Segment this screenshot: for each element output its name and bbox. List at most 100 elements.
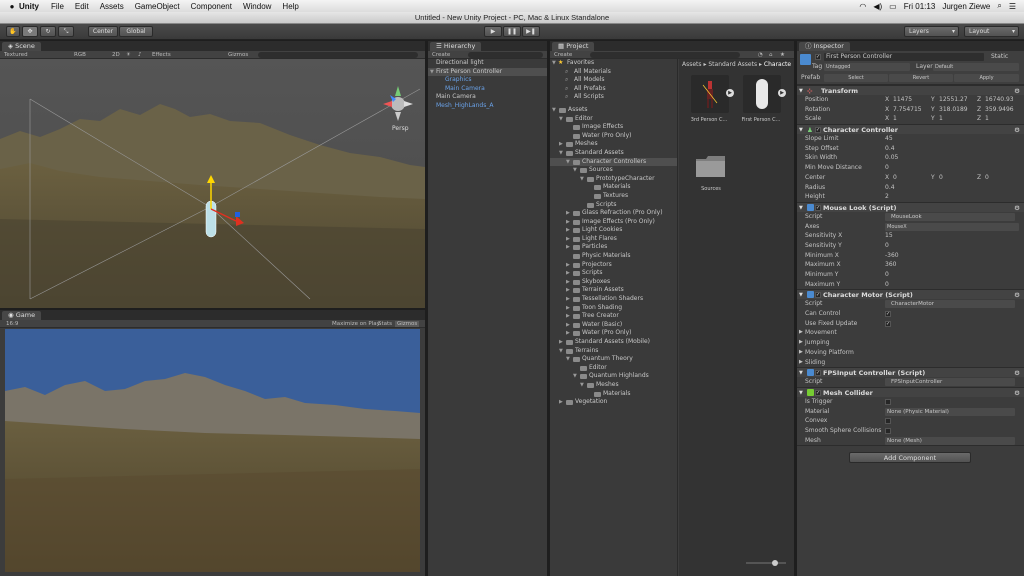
position-x-field[interactable]: 11475 [893, 95, 912, 105]
project-folder[interactable]: ▼ Editor [550, 115, 677, 124]
transform-header[interactable]: ▼ ⊹ Transform ⚙ [797, 85, 1024, 95]
property-value-field[interactable]: -360 [885, 251, 899, 261]
menu-window[interactable]: Window [243, 2, 271, 11]
project-folder[interactable]: ▼ Standard Assets [550, 149, 677, 158]
radius-field[interactable]: 0.4 [885, 183, 895, 193]
stats-toggle[interactable]: Stats [378, 321, 392, 327]
project-folder[interactable]: ▼ Sources [550, 166, 677, 175]
can-control-checkbox[interactable]: ✓ [885, 311, 891, 318]
project-folder[interactable]: ▶ Projectors [550, 261, 677, 270]
scale-y-field[interactable]: 1 [939, 114, 943, 124]
position-y-field[interactable]: 12551.27 [939, 95, 968, 105]
foldout-arrow-icon[interactable]: ▶ [566, 286, 570, 295]
asset-thumb-first-person[interactable] [743, 75, 781, 113]
thumbnail-size-slider[interactable] [746, 560, 786, 566]
foldout-arrow-icon[interactable]: ▼ [559, 347, 563, 356]
prefab-revert-button[interactable]: Revert [889, 74, 953, 82]
effects-dropdown[interactable]: Effects [152, 52, 171, 58]
scale-z-field[interactable]: 1 [985, 114, 989, 124]
project-create-dropdown[interactable]: Create [554, 52, 572, 58]
foldout-arrow-icon[interactable]: ▶ [566, 226, 570, 235]
breadcrumb-assets[interactable]: Assets [682, 61, 702, 68]
mouse-look-enabled-checkbox[interactable]: ✓ [815, 204, 821, 211]
filter-type-icon[interactable]: ◔ [758, 52, 763, 58]
favorite-item[interactable]: ⌕ All Models [550, 76, 677, 85]
foldout-arrow-icon[interactable]: ▼ [566, 158, 570, 167]
project-folder[interactable]: ▶ Skyboxes [550, 278, 677, 287]
mesh-collider-enabled-checkbox[interactable]: ✓ [815, 389, 821, 396]
project-folder[interactable]: ▶ Particles [550, 243, 677, 252]
audio-toggle-icon[interactable]: ♪ [138, 52, 142, 58]
menu-app[interactable]: Unity [19, 2, 39, 11]
scale-x-field[interactable]: 1 [893, 114, 897, 124]
foldout-arrow-icon[interactable]: ▶ [799, 358, 803, 368]
property-value-field[interactable]: 0 [885, 280, 889, 290]
foldout-arrow-icon[interactable]: ▼ [566, 355, 570, 364]
position-z-field[interactable]: 16740.93 [985, 95, 1014, 105]
gizmos-toggle[interactable]: Gizmos [395, 320, 420, 327]
breadcrumb-character-controllers[interactable]: Characte [764, 61, 791, 68]
scene-viewport[interactable]: Persp [0, 59, 425, 308]
folder-sources-icon[interactable] [695, 155, 727, 179]
apple-icon[interactable]: ● [5, 2, 19, 11]
project-folder[interactable]: ▼ Character Controllers [550, 157, 677, 167]
favorite-item[interactable]: ⌕ All Scripts [550, 93, 677, 102]
foldout-arrow-icon[interactable]: ▶ [799, 338, 803, 348]
foldout-arrow-icon[interactable]: ▶ [559, 140, 563, 149]
hierarchy-item[interactable]: ▼ First Person Controller [428, 67, 547, 77]
object-name-field[interactable]: First Person Controller [824, 53, 984, 61]
project-folder[interactable]: Materials [550, 390, 677, 399]
layout-dropdown[interactable]: Layout ▾ [964, 26, 1019, 37]
foldout-arrow-icon[interactable]: ▶ [566, 321, 570, 330]
project-folder[interactable]: ▶ Light Cookies [550, 226, 677, 235]
project-folder[interactable]: Editor [550, 364, 677, 373]
hierarchy-item[interactable]: Graphics [428, 76, 547, 85]
convex-checkbox[interactable] [885, 418, 891, 425]
project-folder[interactable]: ▼ PrototypeCharacter [550, 175, 677, 184]
center-z-field[interactable]: 0 [985, 173, 989, 183]
foldout-section[interactable]: ▶ Movement [797, 328, 1024, 338]
layer-dropdown[interactable]: Default [933, 63, 1019, 71]
tag-dropdown[interactable]: Untagged [824, 63, 910, 71]
center-x-field[interactable]: 0 [893, 173, 897, 183]
project-folder[interactable]: ▼ Quantum Theory [550, 355, 677, 364]
project-folder[interactable]: ▶ Water (Basic) [550, 321, 677, 330]
pause-button[interactable]: ❚❚ [503, 26, 521, 37]
menu-gameobject[interactable]: GameObject [135, 2, 180, 11]
character-controller-enabled-checkbox[interactable]: ✓ [815, 127, 821, 134]
foldout-arrow-icon[interactable]: ▼ [559, 115, 563, 124]
foldout-section[interactable]: ▶ Sliding [797, 358, 1024, 368]
foldout-arrow-icon[interactable]: ▶ [799, 348, 803, 358]
foldout-arrow-icon[interactable]: ▼ [552, 106, 556, 115]
scene-search-input[interactable] [258, 52, 418, 58]
foldout-arrow-icon[interactable]: ▶ [566, 218, 570, 227]
hierarchy-item[interactable]: Main Camera [428, 85, 547, 94]
property-value-field[interactable]: 0.4 [885, 144, 895, 154]
wifi-icon[interactable]: ◠ [859, 2, 866, 11]
foldout-arrow-icon[interactable]: ▶ [566, 304, 570, 313]
project-folder[interactable]: ▶ Toon Shading [550, 304, 677, 313]
foldout-arrow-icon[interactable]: ▶ [566, 269, 570, 278]
notifications-icon[interactable]: ☰ [1009, 2, 1016, 11]
foldout-arrow-icon[interactable]: ▶ [559, 398, 563, 407]
tab-inspector[interactable]: ⓘ Inspector [799, 42, 850, 51]
mode-2d-toggle[interactable]: 2D [112, 52, 120, 58]
axes-dropdown[interactable]: MouseX [885, 222, 1019, 231]
user-name[interactable]: Jurgen Ziewe [942, 2, 990, 11]
project-folder[interactable]: Image Effects [550, 123, 677, 132]
expand-prefab-icon[interactable]: ▶ [726, 89, 734, 97]
property-value-field[interactable]: 0 [885, 270, 889, 280]
fps-input-enabled-checkbox[interactable]: ✓ [815, 370, 821, 377]
render-mode-dropdown[interactable]: Textured [4, 52, 28, 58]
material-field[interactable]: None (Physic Material) [885, 407, 1015, 416]
gizmos-dropdown[interactable]: Gizmos [228, 52, 248, 58]
menu-component[interactable]: Component [191, 2, 232, 11]
project-folder[interactable]: ▶ Light Flares [550, 235, 677, 244]
foldout-arrow-icon[interactable]: ▼ [430, 68, 434, 77]
project-folder[interactable]: ▶ Scripts [550, 269, 677, 278]
project-folder[interactable]: ▶ Image Effects (Pro Only) [550, 218, 677, 227]
foldout-arrow-icon[interactable]: ▼ [559, 149, 563, 158]
hand-tool-icon[interactable]: ✋ [6, 26, 20, 37]
foldout-arrow-icon[interactable]: ▶ [566, 209, 570, 218]
smooth-sphere-checkbox[interactable] [885, 427, 891, 434]
